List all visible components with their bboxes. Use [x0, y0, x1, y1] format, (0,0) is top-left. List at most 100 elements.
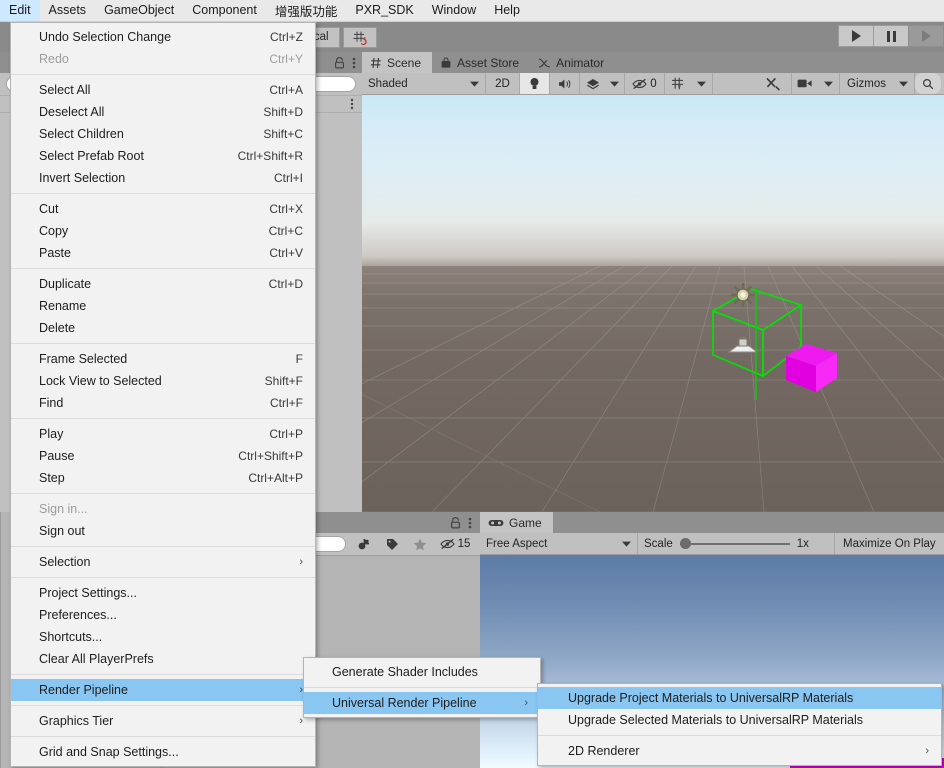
urp-menu-upgrade-project-materials-to-universalrp-materials[interactable]: Upgrade Project Materials to UniversalRP…: [538, 687, 941, 709]
edit-menu-rename[interactable]: Rename: [11, 295, 315, 317]
menu-separator: [538, 735, 941, 736]
menubar-item-enhanced-features[interactable]: 增强版功能: [266, 0, 347, 21]
edit-menu-clear-all-playerprefs[interactable]: Clear All PlayerPrefs: [11, 648, 315, 670]
edit-menu-play[interactable]: Play Ctrl+P: [11, 423, 315, 445]
menu-separator: [11, 674, 315, 675]
menu-separator: [11, 705, 315, 706]
menubar-item-gameobject[interactable]: GameObject: [95, 0, 183, 21]
edit-menu-frame-selected[interactable]: Frame Selected F: [11, 348, 315, 370]
kebab-menu-icon[interactable]: [468, 516, 472, 530]
gizmos-dropdown[interactable]: [893, 73, 915, 94]
edit-menu-preferences[interactable]: Preferences...: [11, 604, 315, 626]
scene-camera-dropdown[interactable]: [818, 73, 841, 94]
hidden-objects-button[interactable]: 0: [625, 73, 665, 94]
scene-search-input[interactable]: [915, 73, 941, 94]
menu-item-shortcut: Ctrl+Y: [269, 52, 303, 66]
chevron-down-icon: [824, 81, 834, 87]
menubar-item-component[interactable]: Component: [183, 0, 266, 21]
scene-tools-button[interactable]: [756, 73, 793, 94]
chevron-right-icon: ›: [925, 745, 929, 757]
draw-mode-label: Shaded: [368, 77, 408, 90]
lighting-toggle-button[interactable]: [520, 73, 550, 94]
kebab-menu-icon[interactable]: [352, 56, 356, 70]
pause-button[interactable]: [873, 25, 909, 47]
edit-menu-shortcuts[interactable]: Shortcuts...: [11, 626, 315, 648]
scale-slider-handle[interactable]: [679, 538, 691, 549]
edit-menu-redo: Redo Ctrl+Y: [11, 48, 315, 70]
menu-item-label: Selection: [39, 555, 91, 569]
toggle-2d-button[interactable]: 2D: [486, 73, 520, 94]
menu-item-label: Generate Shader Includes: [332, 665, 478, 679]
audio-toggle-button[interactable]: [550, 73, 580, 94]
toggle-2d-label: 2D: [495, 77, 510, 90]
gizmos-button[interactable]: Gizmos: [840, 73, 893, 94]
tab-asset-store[interactable]: Asset Store: [432, 52, 530, 73]
step-button[interactable]: [908, 25, 944, 47]
tab-game-label: Game: [509, 515, 542, 530]
edit-menu-grid-and-snap-settings[interactable]: Grid and Snap Settings...: [11, 741, 315, 763]
edit-menu-duplicate[interactable]: Duplicate Ctrl+D: [11, 273, 315, 295]
menubar-item-edit[interactable]: Edit: [0, 0, 40, 21]
gizmos-label: Gizmos: [847, 77, 886, 90]
draw-mode-dropdown[interactable]: Shaded: [362, 73, 486, 94]
render-pipeline-menu-generate-shader-includes[interactable]: Generate Shader Includes: [304, 661, 540, 683]
grid-snapping-button[interactable]: [343, 26, 377, 48]
edit-menu-selection[interactable]: Selection ›: [11, 551, 315, 573]
edit-menu-deselect-all[interactable]: Deselect All Shift+D: [11, 101, 315, 123]
maximize-on-play-button[interactable]: Maximize On Play: [835, 533, 944, 554]
urp-menu-upgrade-selected-materials-to-universalrp-materials[interactable]: Upgrade Selected Materials to UniversalR…: [538, 709, 941, 731]
label-filter-button[interactable]: [378, 534, 406, 555]
edit-menu-step[interactable]: Step Ctrl+Alt+P: [11, 467, 315, 489]
urp-menu-2d-renderer[interactable]: 2D Renderer ›: [538, 740, 941, 762]
kebab-menu-icon[interactable]: [350, 98, 354, 110]
scene-camera-icon: [797, 78, 813, 89]
lock-icon[interactable]: [334, 56, 345, 69]
scene-viewport[interactable]: [362, 95, 944, 512]
edit-menu-paste[interactable]: Paste Ctrl+V: [11, 242, 315, 264]
favorites-button[interactable]: [406, 534, 434, 555]
edit-menu-delete[interactable]: Delete: [11, 317, 315, 339]
star-icon: [413, 538, 427, 551]
edit-menu-undo-selection-change[interactable]: Undo Selection Change Ctrl+Z: [11, 26, 315, 48]
edit-menu-select-all[interactable]: Select All Ctrl+A: [11, 79, 315, 101]
menu-item-label: Upgrade Selected Materials to UniversalR…: [568, 713, 864, 727]
menu-item-label: Invert Selection: [39, 171, 126, 185]
edit-menu-project-settings[interactable]: Project Settings...: [11, 582, 315, 604]
tab-scene[interactable]: Scene: [362, 52, 433, 73]
play-button[interactable]: [838, 25, 874, 47]
grid-visibility-button[interactable]: Y: [665, 73, 691, 94]
tab-game[interactable]: Game: [480, 512, 553, 533]
fx-toggle-button[interactable]: [580, 73, 605, 94]
render-pipeline-menu-universal-render-pipeline[interactable]: Universal Render Pipeline ›: [304, 692, 540, 714]
edit-menu-render-pipeline[interactable]: Render Pipeline ›: [11, 679, 315, 701]
menubar-item-assets[interactable]: Assets: [40, 0, 96, 21]
menu-item-label: Shortcuts...: [39, 630, 103, 644]
edit-menu-select-children[interactable]: Select Children Shift+C: [11, 123, 315, 145]
aspect-ratio-dropdown[interactable]: Free Aspect: [480, 533, 638, 554]
lock-icon[interactable]: [450, 516, 461, 529]
eye-off-icon: [439, 538, 455, 550]
menu-separator: [11, 736, 315, 737]
edit-menu-lock-view-to-selected[interactable]: Lock View to Selected Shift+F: [11, 370, 315, 392]
edit-menu-pause[interactable]: Pause Ctrl+Shift+P: [11, 445, 315, 467]
edit-menu-find[interactable]: Find Ctrl+F: [11, 392, 315, 414]
scale-slider-group[interactable]: Scale 1x: [638, 533, 835, 554]
edit-menu-cut[interactable]: Cut Ctrl+X: [11, 198, 315, 220]
type-filter-button[interactable]: [350, 534, 378, 555]
grid-dropdown-button[interactable]: [691, 73, 713, 94]
edit-menu-copy[interactable]: Copy Ctrl+C: [11, 220, 315, 242]
project-hidden-count-button[interactable]: 15: [434, 534, 476, 555]
menubar-item-help[interactable]: Help: [485, 0, 529, 21]
panel-edge: [0, 512, 1, 768]
tab-animator[interactable]: Animator: [530, 52, 615, 73]
edit-menu-graphics-tier[interactable]: Graphics Tier ›: [11, 710, 315, 732]
fx-dropdown-button[interactable]: [605, 73, 625, 94]
scale-slider[interactable]: [679, 538, 790, 550]
edit-menu-select-prefab-root[interactable]: Select Prefab Root Ctrl+Shift+R: [11, 145, 315, 167]
edit-menu-invert-selection[interactable]: Invert Selection Ctrl+I: [11, 167, 315, 189]
menubar-item-pxr-sdk[interactable]: PXR_SDK: [346, 0, 422, 21]
store-bag-icon: [440, 56, 452, 69]
scene-camera-button[interactable]: [792, 73, 818, 94]
menubar-item-window[interactable]: Window: [423, 0, 485, 21]
edit-menu-sign-out[interactable]: Sign out: [11, 520, 315, 542]
